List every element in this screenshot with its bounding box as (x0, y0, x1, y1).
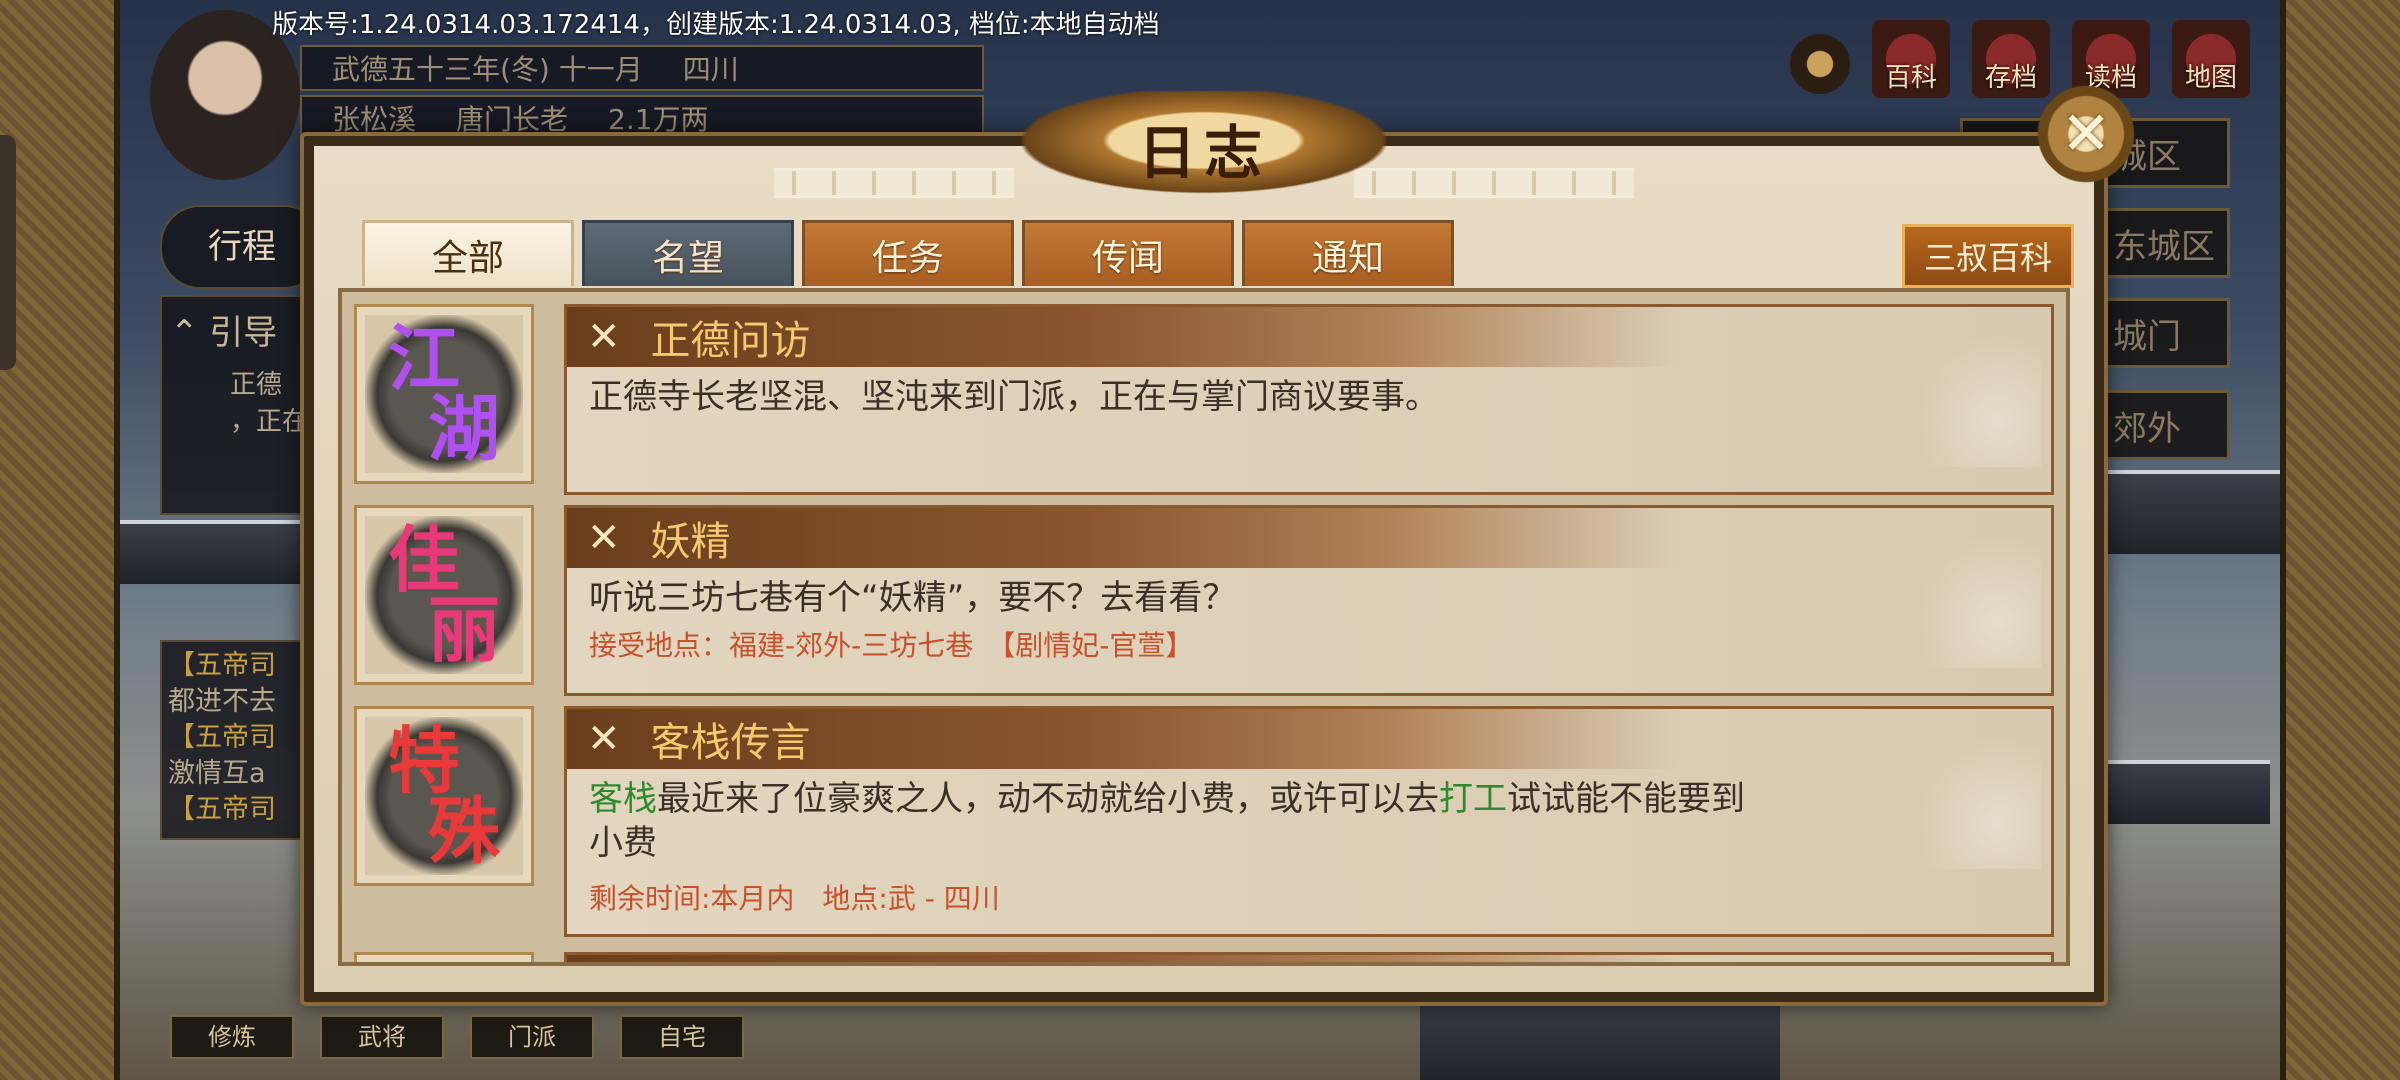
save-button[interactable]: 存档 (1972, 20, 2050, 98)
log-list[interactable]: 江 湖 ✕ 正德问访 正德寺长老坚混、坚沌来到门派，正在与掌门商议要事。 佳 丽… (338, 288, 2070, 966)
nav-label: 城门 (2113, 316, 2181, 357)
chat-line: 【五帝司 (168, 722, 276, 753)
swirl-icon[interactable] (1790, 34, 1850, 94)
entry-location: 接受地点：福建-郊外-三坊七巷 【剧情妃-官萱】 (589, 629, 1194, 662)
emblem-char: 丽 (427, 587, 500, 672)
nav-label: 东城区 (2113, 226, 2215, 267)
category-emblem: 佳 丽 (354, 505, 534, 685)
wiki-button[interactable]: 三叔百科 (1902, 224, 2074, 288)
entry-location: 剩余时间:本月内 地点:武 - 四川 (589, 882, 1000, 915)
log-tabs: 全部 名望 任务 传闻 通知 (362, 220, 1454, 286)
crossed-swords-icon: ✕ (587, 314, 621, 360)
log-entry[interactable] (354, 952, 2054, 962)
log-entry[interactable]: 佳 丽 ✕ 妖精 听说三坊七巷有个“妖精”，要不？去看看？ 接受地点：福建-郊外… (354, 505, 2054, 696)
entry-body: 正德寺长老坚混、坚沌来到门派，正在与掌门商议要事。 (589, 377, 1439, 417)
entry-body: 客栈最近来了位豪爽之人，动不动就给小费，或许可以去打工试试能不能要到小费 (567, 769, 1791, 865)
category-emblem: 特 殊 (354, 706, 534, 886)
guide-line: ，正在 (230, 407, 309, 437)
guide-line: 正德 (230, 370, 283, 400)
log-card (564, 952, 2054, 962)
category-emblem: 江 湖 (354, 304, 534, 484)
itinerary-label: 行程 (208, 227, 276, 267)
sect-button[interactable]: 门派 (470, 1015, 594, 1059)
card-header: ✕ 客栈传言 (567, 709, 2051, 769)
card-header: ✕ 正德问访 (567, 307, 2051, 367)
guide-title: ⌃ 引导 (170, 313, 278, 353)
encyclopedia-label: 百科 (1884, 63, 1937, 93)
emblem-char: 佳 (387, 517, 460, 602)
region-label: 四川 (682, 53, 739, 86)
body-text: 最近来了位豪爽之人，动不动就给小费，或许可以去 (657, 779, 1439, 819)
log-card: ✕ 客栈传言 客栈最近来了位豪爽之人，动不动就给小费，或许可以去打工试试能不能要… (564, 706, 2054, 937)
emblem-char: 湖 (427, 386, 500, 471)
log-entry[interactable]: 江 湖 ✕ 正德问访 正德寺长老坚混、坚沌来到门派，正在与掌门商议要事。 (354, 304, 2054, 495)
inn-link[interactable]: 客栈 (589, 779, 657, 819)
top-icon-bar: 百科 存档 读档 地图 (1790, 20, 2250, 98)
game-date: 武德五十三年(冬) 十一月 (332, 53, 643, 86)
chat-line: 都进不去 (168, 686, 276, 717)
dialog-title: 日志 (1137, 119, 1270, 187)
close-icon: ✕ (2060, 99, 2112, 169)
emblem-text: 特 殊 (357, 709, 531, 883)
log-entry[interactable]: 特 殊 ✕ 客栈传言 客栈最近来了位豪爽之人，动不动就给小费，或许可以去打工试试… (354, 706, 2054, 937)
chat-line: 【五帝司 (168, 650, 276, 681)
emblem-char: 特 (387, 718, 460, 803)
generals-button[interactable]: 武将 (320, 1015, 444, 1059)
nav-label: 郊外 (2113, 408, 2181, 449)
tab-rumors[interactable]: 传闻 (1022, 220, 1234, 286)
chat-line: 【五帝司 (168, 794, 276, 825)
entry-title: 妖精 (650, 519, 731, 565)
map-button[interactable]: 地图 (2172, 20, 2250, 98)
card-header (567, 955, 2051, 962)
roof-decoration (120, 520, 300, 584)
work-link[interactable]: 打工 (1439, 779, 1507, 819)
log-dialog: 全部 名望 任务 传闻 通知 三叔百科 江 湖 ✕ 正德问访 正德寺长老坚混、坚… (300, 66, 2154, 1006)
guide-label: 引导 (209, 313, 278, 353)
encyclopedia-button[interactable]: 百科 (1872, 20, 1950, 98)
guide-panel[interactable]: ⌃ 引导 正德 ，正在 (160, 295, 320, 515)
category-emblem (354, 952, 534, 962)
tab-reputation[interactable]: 名望 (582, 220, 794, 286)
chat-panel[interactable]: 【五帝司 都进不去 【五帝司 激情互a 【五帝司 (160, 640, 320, 840)
entry-title: 正德问访 (650, 318, 811, 364)
meander-border (774, 168, 1014, 198)
save-label: 存档 (1984, 63, 2037, 93)
crossed-swords-icon: ✕ (587, 515, 621, 561)
crossed-swords-icon: ✕ (587, 716, 621, 762)
date-strip: 武德五十三年(冬) 十一月 四川 (300, 45, 984, 91)
cultivate-button[interactable]: 修炼 (170, 1015, 294, 1059)
residence-button[interactable]: 自宅 (620, 1015, 744, 1059)
emblem-text: 佳 丽 (357, 508, 531, 682)
dialog-title-plaque: 日志 (994, 91, 1414, 201)
side-drawer-handle[interactable] (0, 135, 16, 370)
chat-line: 激情互a (168, 758, 266, 789)
log-card: ✕ 正德问访 正德寺长老坚混、坚沌来到门派，正在与掌门商议要事。 (564, 304, 2054, 495)
log-card: ✕ 妖精 听说三坊七巷有个“妖精”，要不？去看看？ 接受地点：福建-郊外-三坊七… (564, 505, 2054, 696)
version-text: 版本号:1.24.0314.03.172414，创建版本:1.24.0314.0… (272, 10, 1160, 40)
tab-quests[interactable]: 任务 (802, 220, 1014, 286)
tab-notifications[interactable]: 通知 (1242, 220, 1454, 286)
emblem-text: 江 湖 (357, 307, 531, 481)
entry-body: 听说三坊七巷有个“妖精”，要不？去看看？ (589, 578, 1237, 618)
emblem-char: 殊 (427, 788, 500, 873)
dialog-body: 全部 名望 任务 传闻 通知 三叔百科 江 湖 ✕ 正德问访 正德寺长老坚混、坚… (314, 146, 2094, 992)
card-header: ✕ 妖精 (567, 508, 2051, 568)
right-frame (2280, 0, 2400, 1080)
entry-title: 客栈传言 (650, 720, 811, 766)
emblem-char: 江 (387, 316, 460, 401)
tab-all[interactable]: 全部 (362, 220, 574, 286)
left-frame (0, 0, 120, 1080)
map-label: 地图 (2184, 63, 2237, 93)
